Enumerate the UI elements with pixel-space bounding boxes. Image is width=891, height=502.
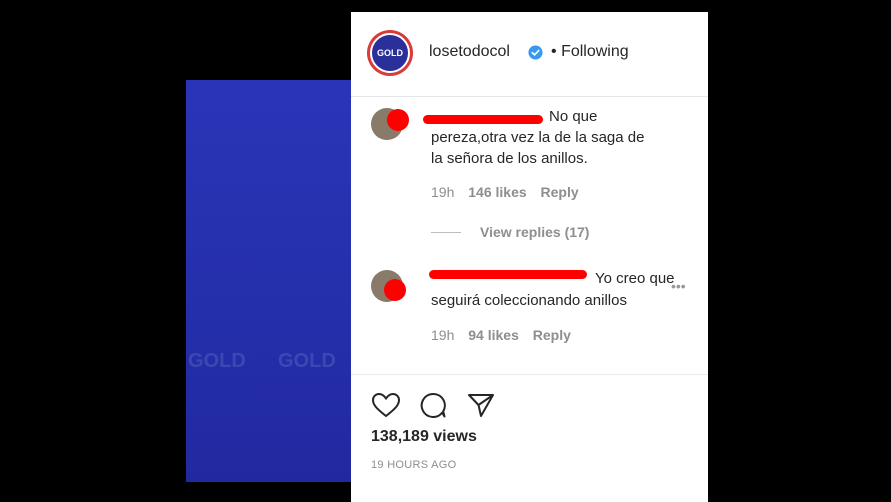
watermark-logo: GOLD — [188, 350, 246, 372]
comment-text: la señora de los anillos. — [431, 150, 588, 167]
redaction-mark — [384, 279, 406, 301]
separator-dot: • — [551, 43, 557, 60]
post-timestamp: 19 HOURS AGO — [371, 459, 457, 471]
comment-meta: 19h 94 likes Reply — [431, 327, 571, 343]
avatar-logo: GOLD — [377, 48, 403, 58]
post-panel: GOLD losetodocol • Following No que pere… — [351, 12, 708, 502]
comment-icon[interactable] — [419, 392, 447, 418]
view-count[interactable]: 138,189 views — [371, 428, 477, 446]
view-replies-button[interactable]: View replies (17) — [480, 224, 589, 240]
username-link[interactable]: losetodocol — [429, 43, 510, 61]
redaction-mark — [423, 115, 543, 124]
reply-button[interactable]: Reply — [541, 184, 579, 200]
following-button[interactable]: • Following — [551, 43, 629, 61]
comment-text: Yo creo que — [595, 270, 675, 287]
share-icon[interactable] — [467, 392, 495, 418]
more-options-button[interactable]: ••• — [671, 278, 686, 294]
verified-badge-icon — [528, 45, 543, 60]
comment-likes[interactable]: 94 likes — [468, 327, 519, 343]
redaction-mark — [429, 270, 587, 279]
comment-text: seguirá coleccionando anillos — [431, 292, 627, 309]
comment-likes[interactable]: 146 likes — [468, 184, 526, 200]
redaction-mark — [387, 109, 409, 131]
following-label: Following — [561, 43, 629, 60]
divider — [351, 374, 708, 375]
comment-text: pereza,otra vez la de la saga de — [431, 129, 645, 146]
comment-time: 19h — [431, 184, 455, 200]
post-header: GOLD losetodocol • Following — [351, 12, 708, 97]
comment-time: 19h — [431, 327, 455, 343]
post-media[interactable]: GOLD GOLD — [186, 80, 351, 482]
heart-icon[interactable] — [371, 392, 401, 418]
reply-button[interactable]: Reply — [533, 327, 571, 343]
watermark-logo: GOLD — [278, 350, 336, 372]
comment-meta: 19h 146 likes Reply — [431, 184, 579, 200]
comment-text: No que — [549, 108, 598, 125]
avatar[interactable]: GOLD — [367, 30, 413, 76]
view-replies-line — [431, 232, 461, 233]
